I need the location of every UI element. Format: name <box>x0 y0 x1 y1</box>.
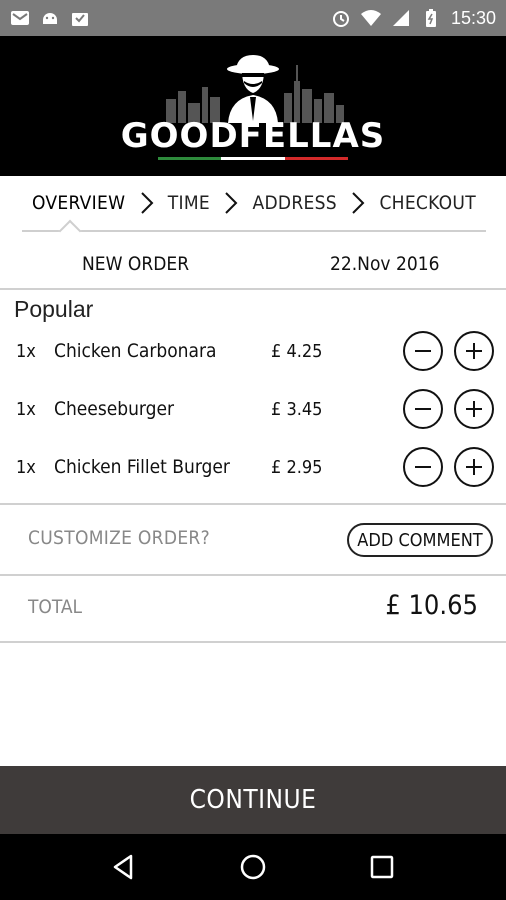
gmail-icon <box>10 8 30 28</box>
minus-icon <box>415 350 431 352</box>
increase-quantity-button[interactable] <box>454 331 494 371</box>
minus-icon <box>415 466 431 468</box>
item-price: £ 4.25 <box>271 340 323 362</box>
divider <box>0 574 506 576</box>
list-item: 1x Chicken Carbonara £ 4.25 <box>0 322 506 380</box>
flag-red <box>284 156 348 160</box>
total-label: TOTAL <box>28 596 83 618</box>
decrease-quantity-button[interactable] <box>403 447 443 487</box>
divider <box>0 503 506 505</box>
decrease-quantity-button[interactable] <box>403 331 443 371</box>
status-clock: 15:30 <box>450 7 496 28</box>
android-icon <box>40 8 60 28</box>
continue-button[interactable]: CONTINUE <box>0 766 506 834</box>
skyline-gangster-logo-icon <box>166 54 344 123</box>
android-navigation-bar <box>0 834 506 900</box>
popular-heading: Popular <box>14 296 94 322</box>
battery-icon <box>421 8 441 28</box>
add-comment-button[interactable]: ADD COMMENT <box>347 523 493 557</box>
chevron-right-icon <box>140 192 153 214</box>
list-item: 1x Chicken Fillet Burger £ 2.95 <box>0 438 506 496</box>
increase-quantity-button[interactable] <box>454 447 494 487</box>
minus-icon <box>415 408 431 410</box>
item-price: £ 3.45 <box>271 398 323 420</box>
brand-name: GOODFELLAS <box>120 115 386 156</box>
item-quantity: 1x <box>16 340 36 362</box>
step-time[interactable]: TIME <box>168 192 210 214</box>
chevron-right-icon <box>352 192 365 214</box>
increase-quantity-button[interactable] <box>454 389 494 429</box>
status-bar: 15:30 <box>0 0 506 36</box>
recents-button[interactable] <box>362 847 402 887</box>
order-items-list: 1x Chicken Carbonara £ 4.25 1x Cheesebur… <box>0 322 506 496</box>
item-price: £ 2.95 <box>271 456 323 478</box>
active-step-pointer <box>58 219 82 243</box>
back-triangle-icon <box>114 854 133 880</box>
flag-white <box>221 156 285 160</box>
item-quantity: 1x <box>16 398 36 420</box>
alarm-icon <box>331 8 351 28</box>
order-meta: NEW ORDER 22.Nov 2016 <box>0 240 506 290</box>
step-checkout[interactable]: CHECKOUT <box>379 192 476 214</box>
customize-order-prompt: CUSTOMIZE ORDER? <box>28 527 210 549</box>
item-name: Chicken Carbonara <box>54 340 217 362</box>
download-icon <box>70 8 90 28</box>
step-address[interactable]: ADDRESS <box>252 192 337 214</box>
app-header: GOODFELLAS <box>0 36 506 176</box>
step-overview[interactable]: OVERVIEW <box>32 192 125 214</box>
list-item: 1x Cheeseburger £ 3.45 <box>0 380 506 438</box>
total-value: £ 10.65 <box>385 590 478 621</box>
home-button[interactable] <box>233 847 273 887</box>
item-quantity: 1x <box>16 456 36 478</box>
plus-icon <box>466 401 482 417</box>
wifi-icon <box>360 8 381 28</box>
back-button[interactable] <box>104 847 144 887</box>
recents-square-icon <box>370 855 393 879</box>
item-name: Cheeseburger <box>54 398 175 420</box>
divider <box>0 641 506 643</box>
chevron-right-icon <box>225 192 238 214</box>
order-label: NEW ORDER <box>82 253 190 275</box>
item-name: Chicken Fillet Burger <box>54 456 230 478</box>
italian-flag-stripe <box>158 156 348 160</box>
home-circle-icon <box>240 854 266 880</box>
signal-icon <box>391 8 411 28</box>
plus-icon <box>466 343 482 359</box>
order-date: 22.Nov 2016 <box>330 253 440 275</box>
decrease-quantity-button[interactable] <box>403 389 443 429</box>
flag-green <box>158 156 222 160</box>
checkout-steps: OVERVIEW TIME ADDRESS CHECKOUT <box>22 176 486 243</box>
plus-icon <box>466 459 482 475</box>
